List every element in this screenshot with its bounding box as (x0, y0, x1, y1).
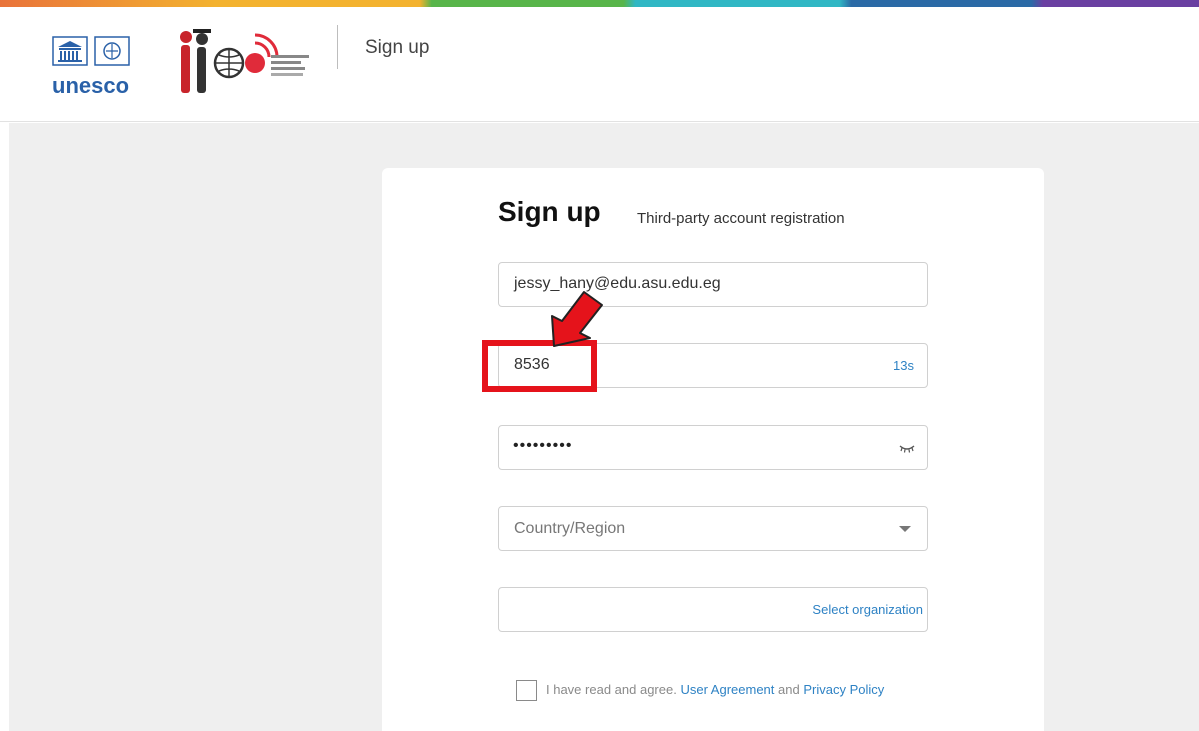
eye-closed-icon[interactable] (899, 443, 915, 453)
signup-card: Sign up Third-party account registration… (382, 168, 1044, 731)
agreement-text: I have read and agree. User Agreement an… (546, 682, 884, 697)
iioe-logo[interactable] (175, 25, 325, 100)
password-value: ••••••••• (513, 437, 573, 454)
country-placeholder: Country/Region (514, 520, 626, 537)
select-organization-link[interactable]: Select organization (812, 602, 923, 617)
verification-code-field[interactable]: 8536 13s (498, 343, 928, 388)
email-value: jessy_hany@edu.asu.edu.eg (514, 275, 721, 292)
organization-field[interactable]: Select organization (498, 587, 928, 632)
user-agreement-link[interactable]: User Agreement (680, 682, 774, 697)
header-title: Sign up (365, 37, 430, 58)
unesco-logo[interactable]: unesco (50, 35, 160, 101)
country-select[interactable]: Country/Region (498, 506, 928, 551)
and-word: and (778, 682, 800, 697)
password-field[interactable]: ••••••••• (498, 425, 928, 470)
agree-checkbox[interactable] (516, 680, 537, 701)
agree-prefix: I have read and agree. (546, 682, 677, 697)
email-field[interactable]: jessy_hany@edu.asu.edu.eg (498, 262, 928, 307)
card-title: Sign up (498, 196, 601, 227)
card-subtitle: Third-party account registration (637, 210, 845, 227)
header-divider (337, 25, 338, 69)
page-header: unesco Sign up (0, 7, 1199, 122)
svg-text:unesco: unesco (52, 73, 129, 98)
code-countdown: 13s (893, 358, 914, 373)
top-color-bar (0, 0, 1199, 7)
privacy-policy-link[interactable]: Privacy Policy (803, 682, 884, 697)
caret-down-icon[interactable] (899, 526, 911, 532)
verification-code-value: 8536 (514, 356, 550, 373)
